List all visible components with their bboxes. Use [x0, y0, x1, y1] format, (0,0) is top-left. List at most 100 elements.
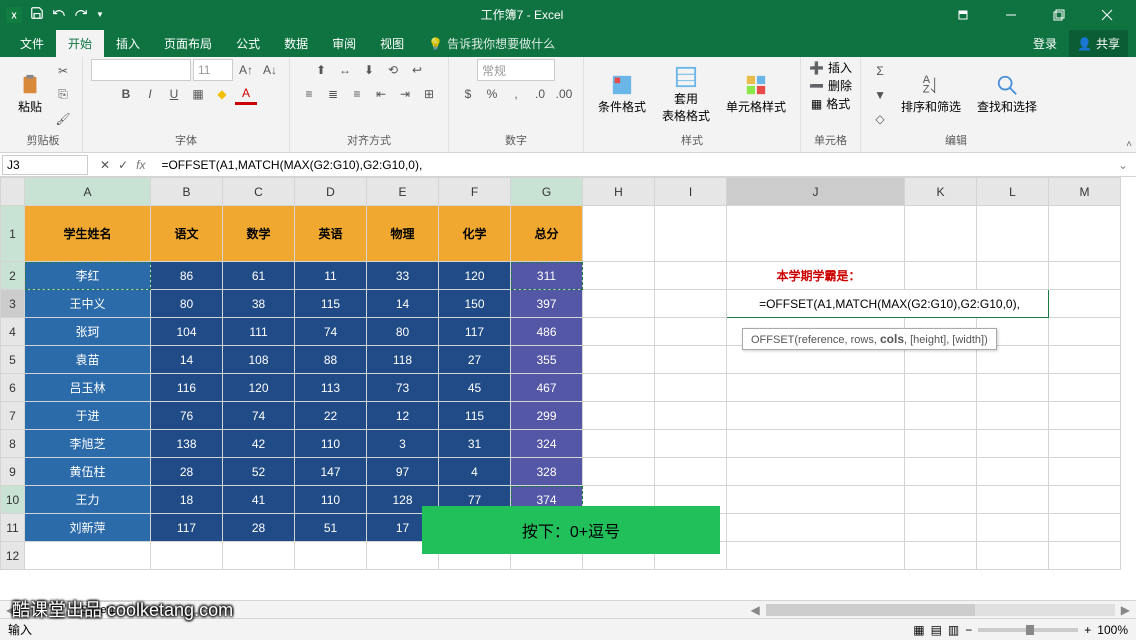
cancel-formula-icon[interactable]: ✕	[100, 158, 110, 172]
format-painter-icon[interactable]: 🖌	[52, 108, 74, 130]
view-layout-icon[interactable]: ▤	[931, 623, 942, 637]
group-font: 字体	[173, 130, 199, 150]
status-mode: 输入	[8, 621, 32, 638]
formula-bar-row: J3 ✕ ✓ fx =OFFSET(A1,MATCH(MAX(G2:G10),G…	[0, 153, 1136, 177]
tab-home[interactable]: 开始	[56, 30, 104, 57]
share-button[interactable]: 👤共享	[1069, 30, 1128, 57]
tab-review[interactable]: 审阅	[320, 30, 368, 57]
insert-cells-button[interactable]: ➕插入	[809, 59, 852, 76]
zoom-level[interactable]: 100%	[1097, 623, 1128, 637]
tab-data[interactable]: 数据	[272, 30, 320, 57]
title-bar: X ▼ 工作簿7 - Excel	[0, 0, 1136, 29]
redo-icon[interactable]	[74, 6, 88, 23]
tab-file[interactable]: 文件	[8, 30, 56, 57]
table-format-button[interactable]: 套用 表格格式	[656, 62, 716, 128]
watermark: 酷课堂出品 coolketang.com	[12, 596, 233, 622]
group-clipboard: 剪贴板	[25, 130, 62, 150]
fx-icon[interactable]: fx	[136, 158, 145, 172]
currency-icon[interactable]: $	[457, 83, 479, 105]
cond-format-button[interactable]: 条件格式	[592, 70, 652, 119]
align-center-icon[interactable]: ≣	[322, 83, 344, 105]
align-middle-icon[interactable]: ↔	[334, 59, 356, 81]
excel-icon: X	[6, 7, 22, 23]
zoom-in-icon[interactable]: +	[1084, 623, 1091, 637]
fill-color-icon[interactable]: ◆	[211, 83, 233, 105]
wrap-text-icon[interactable]: ↩	[406, 59, 428, 81]
hscrollbar-thumb[interactable]	[766, 604, 975, 616]
close-button[interactable]	[1084, 0, 1130, 29]
function-tooltip: OFFSET(reference, rows, cols, [height], …	[742, 328, 997, 350]
ribbon-options-icon[interactable]	[940, 0, 986, 29]
bold-icon[interactable]: B	[115, 83, 137, 105]
instruction-overlay: 按下：0+逗号	[422, 506, 720, 554]
comma-icon[interactable]: ,	[505, 83, 527, 105]
maximize-button[interactable]	[1036, 0, 1082, 29]
delete-cells-button[interactable]: ➖删除	[809, 77, 852, 94]
percent-icon[interactable]: %	[481, 83, 503, 105]
tab-formula[interactable]: 公式	[224, 30, 272, 57]
save-icon[interactable]	[30, 6, 44, 23]
decrease-decimal-icon[interactable]: .00	[553, 83, 575, 105]
indent-inc-icon[interactable]: ⇥	[394, 83, 416, 105]
cell-style-button[interactable]: 单元格样式	[720, 70, 792, 119]
bulb-icon: 💡	[428, 37, 443, 51]
group-editing: 编辑	[943, 130, 969, 150]
expand-formula-icon[interactable]: ⌄	[1110, 158, 1136, 172]
tell-me[interactable]: 💡告诉我你想要做什么	[416, 30, 567, 57]
copy-icon[interactable]: ⎘	[52, 84, 74, 106]
view-normal-icon[interactable]: ▦	[913, 623, 924, 637]
delete-icon: ➖	[809, 79, 824, 93]
font-size-select[interactable]: 11	[193, 59, 233, 81]
formula-bar[interactable]: =OFFSET(A1,MATCH(MAX(G2:G10),G2:G10,0),	[155, 155, 1109, 175]
align-left-icon[interactable]: ≡	[298, 83, 320, 105]
fill-icon[interactable]: ▼	[869, 84, 891, 106]
underline-icon[interactable]: U	[163, 83, 185, 105]
hscroll-right-icon[interactable]: ▶	[1115, 603, 1136, 617]
orientation-icon[interactable]: ⟲	[382, 59, 404, 81]
zoom-out-icon[interactable]: −	[965, 623, 972, 637]
group-styles: 样式	[679, 130, 705, 150]
tab-view[interactable]: 视图	[368, 30, 416, 57]
group-align: 对齐方式	[345, 130, 393, 150]
decrease-font-icon[interactable]: A↓	[259, 59, 281, 81]
login-button[interactable]: 登录	[1021, 30, 1069, 57]
merge-icon[interactable]: ⊞	[418, 83, 440, 105]
svg-text:Z: Z	[923, 83, 930, 95]
sort-filter-button[interactable]: AZ排序和筛选	[895, 70, 967, 119]
format-icon: ▦	[811, 97, 822, 111]
font-family-select[interactable]	[91, 59, 191, 81]
tab-insert[interactable]: 插入	[104, 30, 152, 57]
cut-icon[interactable]: ✂	[52, 60, 74, 82]
increase-font-icon[interactable]: A↑	[235, 59, 257, 81]
find-select-button[interactable]: 查找和选择	[971, 70, 1043, 119]
tab-layout[interactable]: 页面布局	[152, 30, 224, 57]
collapse-ribbon-icon[interactable]: ˄	[1126, 139, 1132, 150]
increase-decimal-icon[interactable]: .0	[529, 83, 551, 105]
font-color-icon[interactable]: A	[235, 83, 257, 105]
share-icon: 👤	[1077, 37, 1092, 51]
insert-icon: ➕	[809, 61, 824, 75]
clear-icon[interactable]: ◇	[869, 108, 891, 130]
align-top-icon[interactable]: ⬆	[310, 59, 332, 81]
align-bottom-icon[interactable]: ⬇	[358, 59, 380, 81]
group-number: 数字	[503, 130, 529, 150]
number-format-select[interactable]: 常规	[477, 59, 555, 81]
autosum-icon[interactable]: Σ	[869, 60, 891, 82]
view-break-icon[interactable]: ▥	[948, 623, 959, 637]
format-cells-button[interactable]: ▦格式	[811, 95, 850, 112]
align-right-icon[interactable]: ≡	[346, 83, 368, 105]
undo-icon[interactable]	[52, 6, 66, 23]
hscroll-left-icon[interactable]: ◀	[744, 603, 765, 617]
zoom-slider[interactable]	[978, 628, 1078, 632]
window-title: 工作簿7 - Excel	[104, 6, 940, 23]
enter-formula-icon[interactable]: ✓	[118, 158, 128, 172]
minimize-button[interactable]	[988, 0, 1034, 29]
border-icon[interactable]: ▦	[187, 83, 209, 105]
paste-button[interactable]: 粘贴	[12, 70, 48, 119]
menu-bar: 文件 开始 插入 页面布局 公式 数据 审阅 视图 💡告诉我你想要做什么 登录 …	[0, 29, 1136, 57]
italic-icon[interactable]: I	[139, 83, 161, 105]
qat-dropdown-icon[interactable]: ▼	[96, 10, 104, 19]
ribbon: 粘贴 ✂ ⎘ 🖌 剪贴板 11 A↑ A↓ B I U ▦ ◆ A	[0, 57, 1136, 153]
indent-dec-icon[interactable]: ⇤	[370, 83, 392, 105]
name-box[interactable]: J3	[2, 155, 88, 175]
